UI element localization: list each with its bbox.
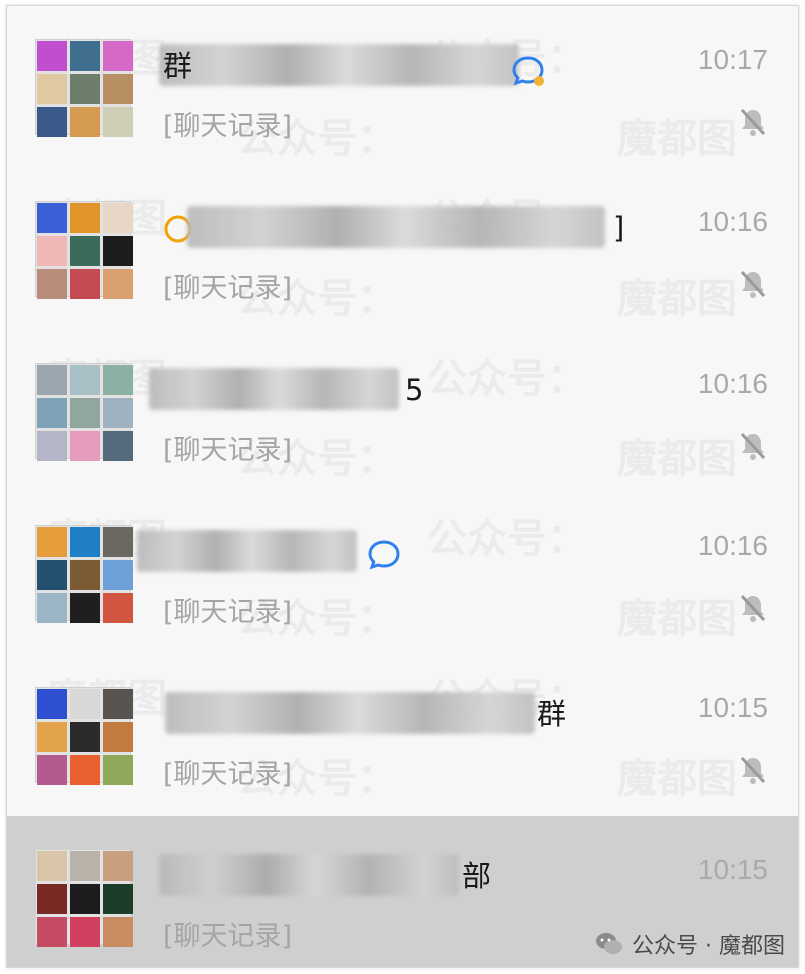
blurred-chat-name (149, 368, 399, 410)
avatar-tile (103, 203, 133, 233)
avatar-tile (70, 74, 100, 104)
chat-time: 10:16 (697, 530, 768, 561)
chat-preview: [聊天记录] (163, 921, 293, 952)
avatar-tile (37, 365, 67, 395)
avatar-tile (37, 203, 67, 233)
blurred-chat-name (137, 530, 357, 572)
mute-bell-icon (740, 594, 766, 622)
avatar-tile (37, 851, 67, 881)
avatar-tile (103, 851, 133, 881)
chat-preview: [聊天记录] (163, 597, 293, 628)
blurred-chat-name (187, 206, 605, 248)
avatar-tile (103, 917, 133, 947)
avatar-tile (70, 593, 100, 623)
avatar-tile (70, 365, 100, 395)
avatar-tile (103, 527, 133, 557)
group-avatar (35, 525, 133, 623)
mute-bell-icon (740, 108, 766, 136)
avatar-tile (70, 722, 100, 752)
avatar-tile (103, 398, 133, 428)
mute-bell-icon (740, 756, 766, 784)
chat-row[interactable]: 群 10:17 [聊天记录] (7, 6, 798, 168)
chat-bubble-icon (368, 540, 400, 570)
group-avatar (35, 687, 133, 785)
avatar-tile (70, 236, 100, 266)
avatar-tile (70, 107, 100, 137)
chat-row[interactable]: ] 10:16 [聊天记录] (7, 168, 798, 330)
avatar-tile (70, 917, 100, 947)
group-avatar (35, 201, 133, 299)
avatar-tile (103, 269, 133, 299)
avatar-tile (37, 593, 67, 623)
avatar-tile (70, 398, 100, 428)
chat-name-fragment: 部 (462, 859, 492, 893)
avatar-tile (37, 722, 67, 752)
avatar-tile (103, 236, 133, 266)
avatar-tile (70, 755, 100, 785)
avatar-tile (103, 560, 133, 590)
mute-bell-icon (740, 432, 766, 460)
chat-name-fragment: ] (613, 211, 625, 245)
avatar-tile (103, 755, 133, 785)
chat-list-window: 魔都图公众号：公众号：魔都图魔都图公众号：公众号：魔都图魔都图公众号：公众号：魔… (6, 5, 799, 968)
avatar-tile (37, 236, 67, 266)
avatar-tile (103, 689, 133, 719)
chat-bubble-icon (512, 56, 544, 86)
mute-bell-icon (740, 270, 766, 298)
footer-label: 公众号 · 魔都图 (632, 934, 785, 959)
avatar-tile (103, 74, 133, 104)
avatar-tile (103, 107, 133, 137)
avatar-tile (37, 431, 67, 461)
chat-preview: [聊天记录] (163, 273, 293, 304)
blurred-chat-name (159, 44, 519, 86)
avatar-tile (103, 41, 133, 71)
avatar-tile (70, 689, 100, 719)
chat-time: 10:16 (697, 368, 768, 399)
wechat-logo-icon (596, 933, 623, 954)
avatar-tile (70, 269, 100, 299)
avatar-tile (37, 398, 67, 428)
avatar-tile (37, 884, 67, 914)
avatar-tile (70, 851, 100, 881)
chat-time: 10:16 (697, 206, 768, 237)
avatar-tile (70, 431, 100, 461)
avatar-tile (37, 269, 67, 299)
chat-name-fragment: 群 (537, 697, 567, 731)
avatar-tile (70, 41, 100, 71)
avatar-tile (37, 755, 67, 785)
group-avatar (35, 849, 133, 947)
avatar-tile (37, 107, 67, 137)
chat-row[interactable]: 群 10:15 [聊天记录] (7, 654, 798, 816)
avatar-tile (103, 884, 133, 914)
avatar-tile (37, 689, 67, 719)
chat-preview: [聊天记录] (163, 759, 293, 790)
avatar-tile (70, 560, 100, 590)
chat-name-fragment: 群 (163, 49, 193, 83)
chat-name-fragment: 5 (405, 373, 424, 407)
chat-row[interactable]: 10:16 [聊天记录] (7, 492, 798, 654)
blurred-chat-name (165, 692, 535, 734)
avatar-tile (103, 593, 133, 623)
avatar-tile (37, 560, 67, 590)
chat-row[interactable]: 5 10:16 [聊天记录] (7, 330, 798, 492)
avatar-tile (37, 917, 67, 947)
avatar-tile (103, 722, 133, 752)
avatar-tile (37, 74, 67, 104)
blurred-chat-name (159, 854, 459, 896)
chat-time: 10:17 (697, 44, 768, 75)
avatar-tile (103, 365, 133, 395)
group-avatar (35, 363, 133, 461)
group-avatar (35, 39, 133, 137)
avatar-tile (37, 41, 67, 71)
chat-time: 10:15 (697, 692, 768, 723)
avatar-tile (70, 527, 100, 557)
footer-watermark: 公众号 · 魔都图 (594, 928, 785, 960)
chat-time: 10:15 (697, 854, 768, 885)
avatar-tile (103, 431, 133, 461)
avatar-tile (70, 884, 100, 914)
chat-preview: [聊天记录] (163, 111, 293, 142)
chat-preview: [聊天记录] (163, 435, 293, 466)
avatar-tile (37, 527, 67, 557)
avatar-tile (70, 203, 100, 233)
